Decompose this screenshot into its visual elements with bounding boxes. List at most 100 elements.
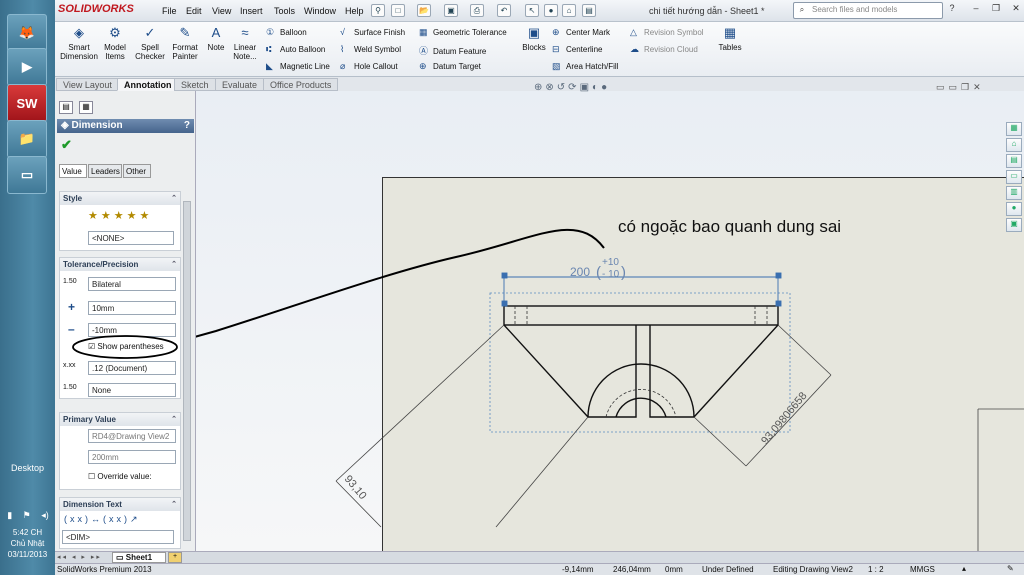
minimize-icon[interactable]: – bbox=[969, 3, 983, 17]
auto-balloon-button[interactable]: ⑆ Auto Balloon bbox=[266, 44, 325, 54]
geometric-tolerance-button[interactable]: ▦ Geometric Tolerance bbox=[419, 27, 507, 38]
weld-symbol-button[interactable]: ⌇ Weld Symbol bbox=[340, 44, 401, 55]
tables-button[interactable]: ▦ Tables bbox=[715, 25, 745, 52]
collapse-icon[interactable]: ⌃ bbox=[171, 260, 177, 268]
inspection-icon[interactable]: (xx) bbox=[103, 514, 130, 524]
selected-dimension-200[interactable] bbox=[501, 272, 782, 307]
dimension-text-header[interactable]: Dimension Text ⌃ bbox=[60, 498, 180, 511]
smart-dimension-button[interactable]: ◈ Smart Dimension bbox=[60, 25, 98, 61]
balloon-button[interactable]: ① Balloon bbox=[266, 27, 307, 38]
status-scale[interactable]: 1 : 2 bbox=[868, 565, 884, 574]
collapse-icon[interactable]: ⌃ bbox=[171, 500, 177, 508]
dim-value-200[interactable]: 200 bbox=[570, 265, 590, 279]
menu-view[interactable]: View bbox=[212, 6, 231, 16]
menu-insert[interactable]: Insert bbox=[240, 6, 263, 16]
file-explorer-icon[interactable]: 📁 bbox=[7, 120, 47, 158]
part-view-geometry[interactable] bbox=[503, 305, 779, 418]
folder-icon[interactable]: ▭ bbox=[1006, 170, 1022, 184]
custom-properties-icon[interactable]: ▣ bbox=[1006, 218, 1022, 232]
surface-finish-button[interactable]: √ Surface Finish bbox=[340, 27, 405, 37]
datum-feature-button[interactable]: Ⓐ Datum Feature bbox=[419, 44, 486, 57]
pin-icon[interactable]: ⚲ bbox=[371, 4, 385, 17]
style-load-icon[interactable]: ★ bbox=[140, 210, 153, 222]
solidworks-logo[interactable]: SOLIDWORKS bbox=[58, 3, 134, 15]
collapse-icon[interactable]: ⌃ bbox=[171, 415, 177, 423]
upper-tolerance-input[interactable]: 10mm bbox=[88, 301, 176, 315]
subtab-other[interactable]: Other bbox=[123, 164, 151, 178]
panel-scrollbar[interactable] bbox=[183, 201, 191, 541]
grip-handle[interactable] bbox=[775, 272, 782, 279]
print-icon[interactable]: ⎙ bbox=[470, 4, 484, 17]
grip-handle[interactable] bbox=[501, 272, 508, 279]
search-input[interactable]: Search files and models bbox=[793, 2, 943, 19]
model-items-button[interactable]: ⚙ Model Items bbox=[101, 25, 129, 61]
tolerance-header[interactable]: Tolerance/Precision ⌃ bbox=[60, 258, 180, 271]
magnetic-line-button[interactable]: ◣ Magnetic Line bbox=[266, 61, 330, 72]
subtab-value[interactable]: Value bbox=[59, 164, 87, 178]
style-buttons[interactable]: ★★★★★ bbox=[88, 209, 152, 222]
spell-checker-button[interactable]: ✓ Spell Checker bbox=[134, 25, 166, 61]
units-dropdown-icon[interactable]: ▴ bbox=[962, 564, 966, 573]
network-icon[interactable]: ▮ bbox=[7, 510, 12, 521]
new-icon[interactable]: □ bbox=[391, 4, 405, 17]
file-explorer-pane-icon[interactable]: ▤ bbox=[1006, 154, 1022, 168]
menu-file[interactable]: File bbox=[162, 6, 177, 16]
menu-help[interactable]: Help bbox=[345, 6, 364, 16]
dimension-text-field[interactable]: <DIM> bbox=[62, 530, 174, 544]
menu-window[interactable]: Window bbox=[304, 6, 336, 16]
offset-text-icon[interactable]: ↗ bbox=[130, 514, 141, 524]
add-parentheses-icon[interactable]: (xx) bbox=[64, 514, 91, 524]
volume-icon[interactable]: ◂) bbox=[41, 510, 49, 521]
tolerance-precision-select[interactable]: None bbox=[88, 383, 176, 397]
revision-cloud-button[interactable]: ☁ Revision Cloud bbox=[630, 44, 698, 55]
format-painter-button[interactable]: ✎ Format Painter bbox=[169, 25, 201, 61]
tab-annotation[interactable]: Annotation bbox=[117, 78, 179, 91]
close-icon[interactable]: ✕ bbox=[1009, 3, 1023, 17]
help-icon[interactable]: ? bbox=[184, 120, 190, 131]
view-boundary[interactable] bbox=[489, 292, 791, 433]
area-hatch-button[interactable]: ▧ Area Hatch/Fill bbox=[552, 61, 618, 72]
view-palette-icon[interactable]: ▥ bbox=[1006, 186, 1022, 200]
sheet-tab-sheet1[interactable]: ▭ Sheet1 bbox=[112, 552, 166, 563]
tolerance-type-select[interactable]: Bilateral bbox=[88, 277, 176, 291]
select-icon[interactable]: ↖ bbox=[525, 4, 539, 17]
tab-evaluate[interactable]: Evaluate bbox=[215, 78, 265, 91]
style-header[interactable]: Style ⌃ bbox=[60, 192, 180, 205]
appearances-icon[interactable]: ● bbox=[1006, 202, 1022, 216]
style-apply-icon[interactable]: ★ bbox=[88, 210, 101, 222]
design-library-icon[interactable]: ⌂ bbox=[1006, 138, 1022, 152]
menu-edit[interactable]: Edit bbox=[186, 6, 202, 16]
center-dimension-icon[interactable]: ↔ bbox=[91, 514, 103, 524]
style-select[interactable]: <NONE> bbox=[88, 231, 174, 245]
blocks-button[interactable]: ▣ Blocks bbox=[521, 25, 547, 52]
centerline-button[interactable]: ⊟ Centerline bbox=[552, 44, 602, 55]
center-mark-button[interactable]: ⊕ Center Mark bbox=[552, 27, 610, 38]
subtab-leaders[interactable]: Leaders bbox=[88, 164, 122, 178]
ok-check-icon[interactable]: ✔ bbox=[61, 137, 72, 153]
style-save-icon[interactable]: ★ bbox=[127, 210, 140, 222]
sheet-nav-arrows[interactable]: ◂◂ ◂ ▸ ▸▸ bbox=[57, 553, 102, 561]
revision-symbol-button[interactable]: △ Revision Symbol bbox=[630, 27, 704, 38]
open-icon[interactable]: 📂 bbox=[417, 4, 431, 17]
collapse-icon[interactable]: ⌃ bbox=[171, 194, 177, 202]
override-value-checkbox[interactable]: ☐ Override value: bbox=[88, 472, 152, 481]
options-icon[interactable]: ▤ bbox=[582, 4, 596, 17]
undo-icon[interactable]: ↶ bbox=[497, 4, 511, 17]
grip-handle[interactable] bbox=[501, 300, 508, 307]
precision-select[interactable]: .12 (Document) bbox=[88, 361, 176, 375]
style-add-icon[interactable]: ★ bbox=[101, 210, 114, 222]
dimension-text-tools[interactable]: (xx)↔(xx)↗ bbox=[64, 514, 141, 525]
feature-tree-tab[interactable]: ▤ bbox=[59, 101, 73, 114]
grip-handle[interactable] bbox=[775, 300, 782, 307]
tab-view-layout[interactable]: View Layout bbox=[56, 78, 119, 91]
save-icon[interactable]: ▣ bbox=[444, 4, 458, 17]
angled-dimension[interactable] bbox=[335, 324, 1024, 551]
dim-value-left[interactable]: 93,10 bbox=[342, 473, 369, 502]
note-button[interactable]: A Note bbox=[204, 25, 228, 52]
screen-icon[interactable]: ▭ bbox=[7, 156, 47, 194]
tab-sketch[interactable]: Sketch bbox=[174, 78, 216, 91]
linear-note-button[interactable]: ≈ Linear Note... bbox=[230, 25, 260, 61]
tab-office-products[interactable]: Office Products bbox=[263, 78, 339, 91]
firefox-icon[interactable]: 🦊 bbox=[7, 14, 47, 52]
clock[interactable]: 5:42 CH Chủ Nhật 03/11/2013 bbox=[0, 527, 55, 560]
